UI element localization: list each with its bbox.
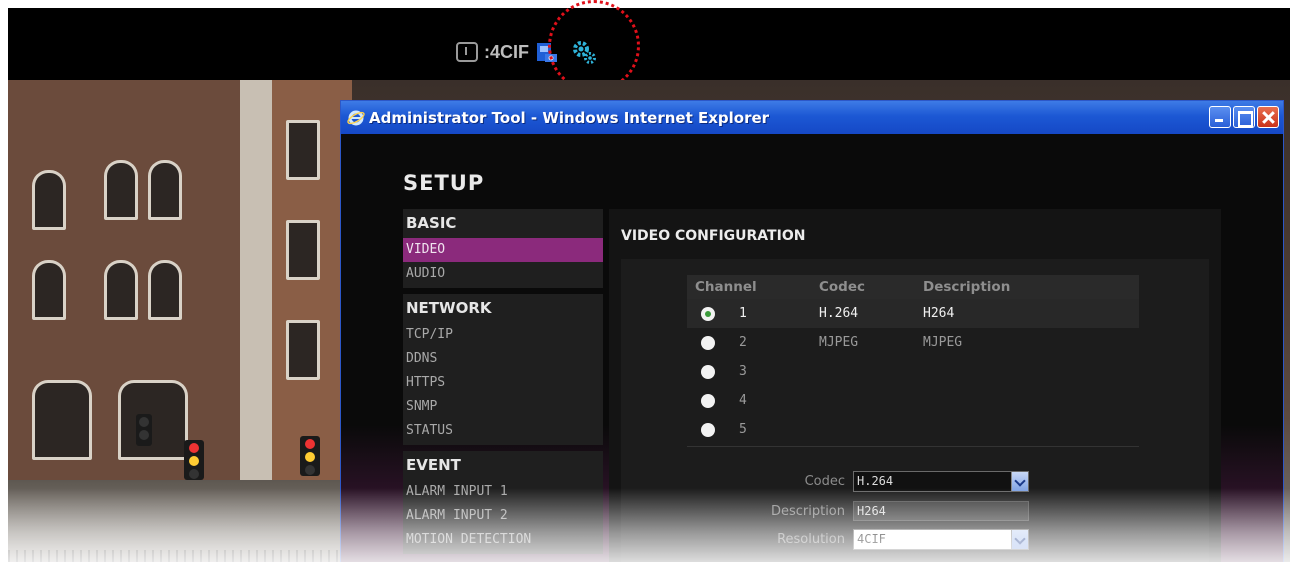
sidebar-item-alarm-input-2[interactable]: ALARM INPUT 2 <box>403 504 603 528</box>
description-cell: MJPEG <box>923 335 963 350</box>
codec-row: Codec H.264 <box>661 471 1029 492</box>
codec-select[interactable]: H.264 <box>853 471 1029 492</box>
channel-settings-panel: Channel Codec Description 1 H.264 H264 2… <box>621 259 1209 562</box>
channel-table: Channel Codec Description 1 H.264 H264 2… <box>687 275 1139 447</box>
window-titlebar[interactable]: Administrator Tool - Windows Internet Ex… <box>341 101 1283 134</box>
nav-header: NETWORK <box>406 299 492 317</box>
channel-number: 3 <box>739 364 747 379</box>
window-controls <box>1209 106 1279 128</box>
setup-sidebar: BASIC VIDEO AUDIO NETWORK TCP/IP DDNS HT… <box>403 209 603 560</box>
table-header: Channel Codec Description <box>687 275 1139 299</box>
sidebar-item-ddns[interactable]: DDNS <box>403 347 603 371</box>
table-row[interactable]: 5 <box>687 415 1139 444</box>
channel-radio[interactable] <box>701 335 715 350</box>
resolution-select-value: 4CIF <box>854 530 1012 549</box>
table-row[interactable]: 4 <box>687 386 1139 415</box>
description-label: Description <box>770 503 845 519</box>
description-input[interactable]: H264 <box>853 501 1029 521</box>
traffic-light-icon <box>300 436 320 476</box>
viewer-toolbar: :4CIF <box>8 8 1290 80</box>
resolution-row: Resolution 4CIF <box>661 529 1029 550</box>
minimize-button[interactable] <box>1209 106 1231 128</box>
chevron-down-icon[interactable] <box>1011 472 1028 491</box>
codec-label: Codec <box>804 474 845 489</box>
close-button[interactable] <box>1257 106 1279 128</box>
traffic-light-icon <box>136 414 152 446</box>
channel-number: 5 <box>739 422 747 437</box>
sidebar-item-audio[interactable]: AUDIO <box>403 262 603 286</box>
resolution-select[interactable]: 4CIF <box>853 529 1029 550</box>
nav-header: EVENT <box>406 456 461 474</box>
nav-section-basic: BASIC VIDEO AUDIO <box>403 209 603 288</box>
table-row[interactable]: 2 MJPEG MJPEG <box>687 328 1139 357</box>
column-header-channel: Channel <box>695 279 757 295</box>
channel-radio[interactable] <box>701 422 715 437</box>
resolution-label: Resolution <box>777 532 845 547</box>
codec-select-value: H.264 <box>854 472 1012 491</box>
sidebar-item-https[interactable]: HTTPS <box>403 371 603 395</box>
page-content: SETUP BASIC VIDEO AUDIO NETWORK TCP/IP D… <box>341 134 1283 562</box>
sidebar-item-snmp[interactable]: SNMP <box>403 395 603 419</box>
building-image <box>8 80 240 480</box>
sidebar-item-motion-detection[interactable]: MOTION DETECTION <box>403 528 603 552</box>
fence-image <box>8 550 352 562</box>
window-title: Administrator Tool - Windows Internet Ex… <box>369 108 770 127</box>
nav-section-network: NETWORK TCP/IP DDNS HTTPS SNMP STATUS <box>403 294 603 445</box>
panel-title: VIDEO CONFIGURATION <box>621 228 806 244</box>
sidebar-item-alarm-input-1[interactable]: ALARM INPUT 1 <box>403 480 603 504</box>
divider <box>687 446 1139 447</box>
description-row: Description H264 <box>661 501 1029 521</box>
sidebar-item-status[interactable]: STATUS <box>403 419 603 443</box>
resolution-label: :4CIF <box>484 41 529 62</box>
traffic-light-icon <box>184 440 204 480</box>
sidebar-item-video[interactable]: VIDEO <box>403 238 603 262</box>
internet-explorer-icon <box>347 110 365 125</box>
codec-cell: H.264 <box>819 306 859 321</box>
resolution-icon[interactable] <box>456 42 478 62</box>
column-header-codec: Codec <box>819 279 866 295</box>
channel-number: 4 <box>739 393 747 408</box>
table-row[interactable]: 3 <box>687 357 1139 386</box>
description-cell: H264 <box>923 306 955 321</box>
video-configuration-panel: VIDEO CONFIGURATION Channel Codec Descri… <box>609 209 1221 562</box>
page-title: SETUP <box>403 171 485 195</box>
channel-radio[interactable] <box>701 364 715 379</box>
browser-window: Administrator Tool - Windows Internet Ex… <box>340 100 1284 562</box>
channel-radio[interactable] <box>701 306 715 321</box>
highlight-circle <box>548 0 640 92</box>
sidebar-item-tcpip[interactable]: TCP/IP <box>403 323 603 347</box>
chevron-down-icon[interactable] <box>1011 530 1028 549</box>
column-header-description: Description <box>923 279 1011 295</box>
table-row[interactable]: 1 H.264 H264 <box>687 299 1139 328</box>
channel-number: 1 <box>739 306 747 321</box>
channel-radio[interactable] <box>701 393 715 408</box>
codec-cell: MJPEG <box>819 335 859 350</box>
channel-number: 2 <box>739 335 747 350</box>
nav-header: BASIC <box>406 214 457 232</box>
nav-section-event: EVENT ALARM INPUT 1 ALARM INPUT 2 MOTION… <box>403 451 603 554</box>
maximize-button[interactable] <box>1233 106 1255 128</box>
